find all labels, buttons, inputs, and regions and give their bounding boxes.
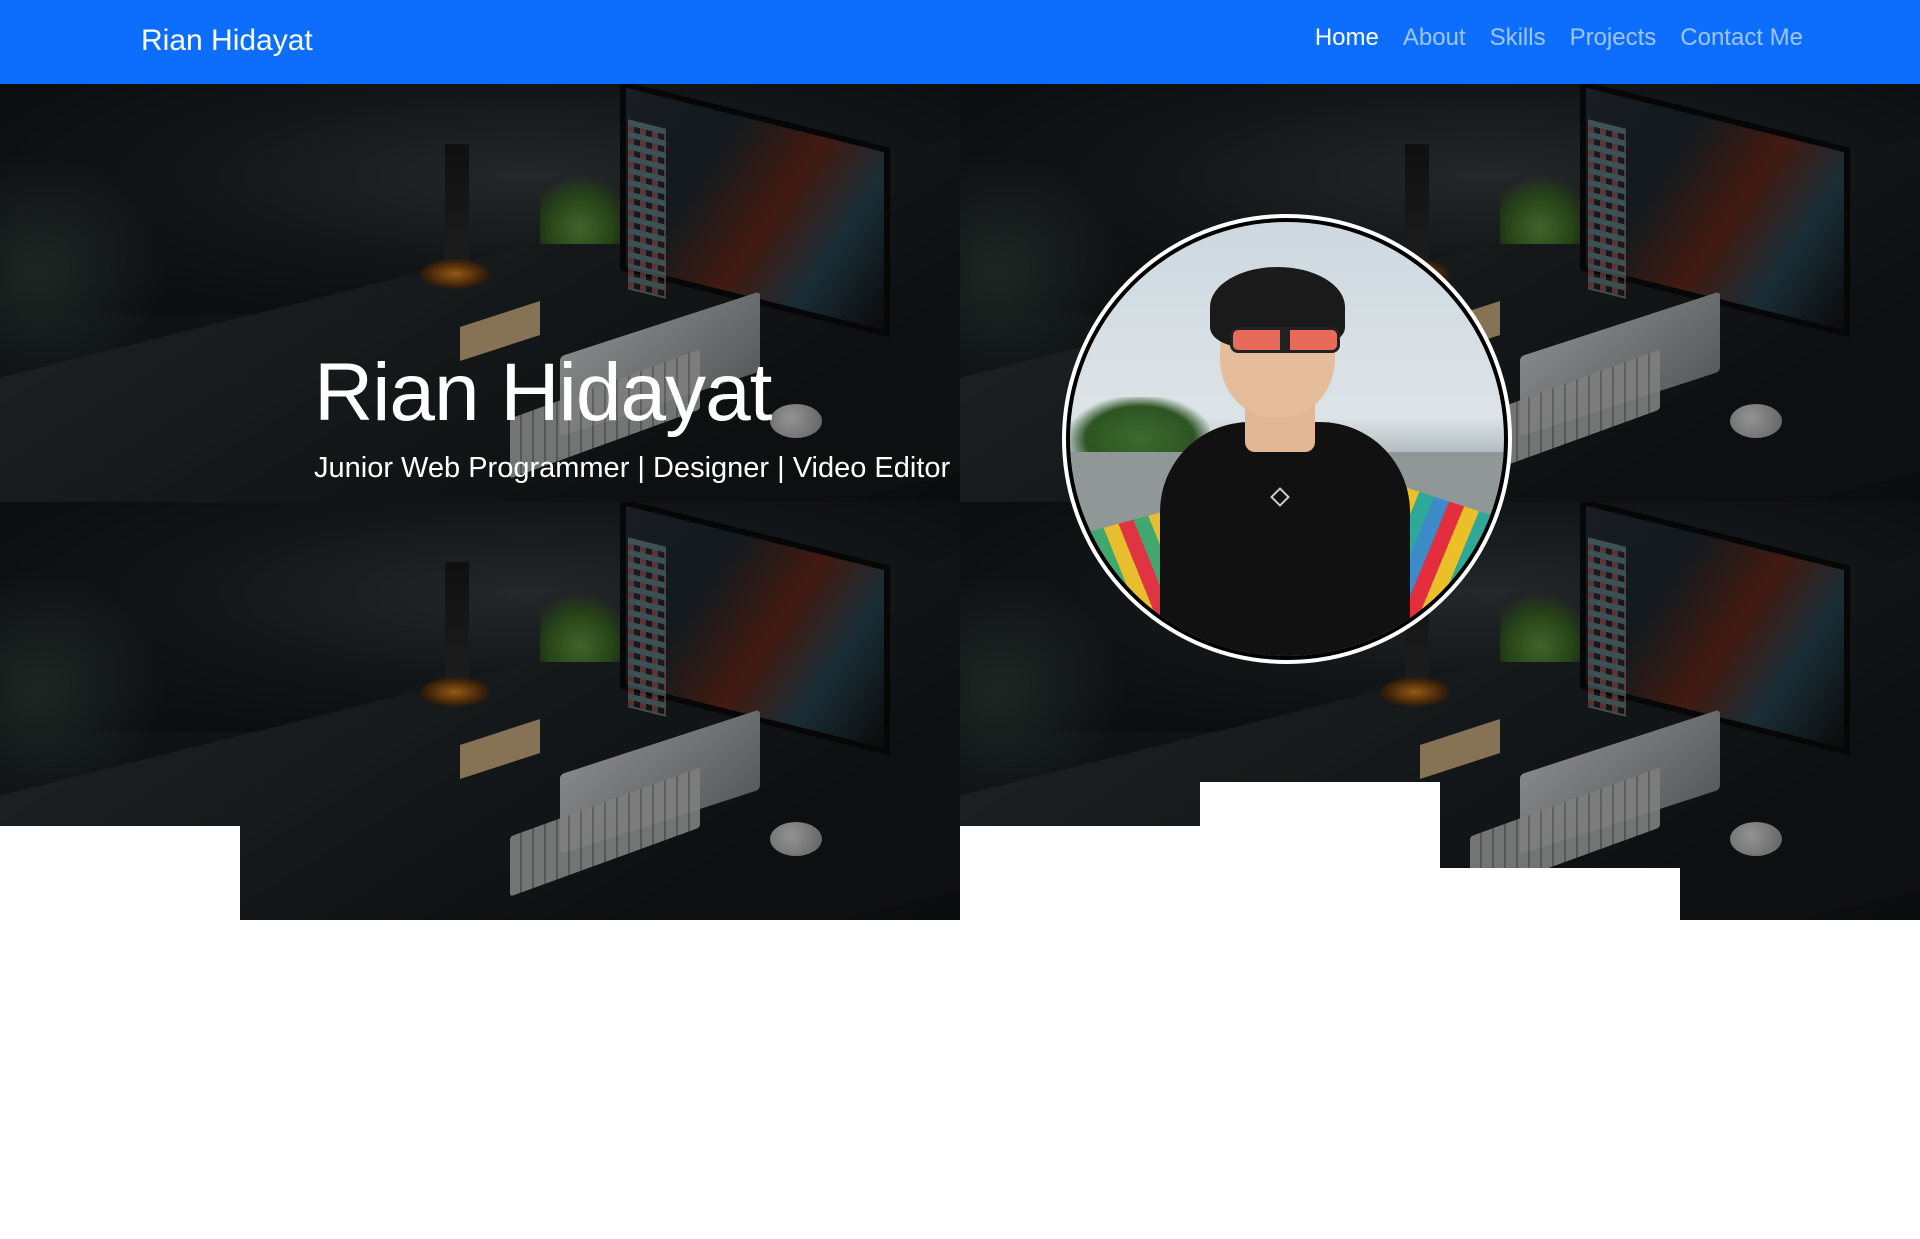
nav-link-about[interactable]: About <box>1403 24 1466 51</box>
nav-item-skills: Skills <box>1490 24 1546 52</box>
nav-item-contact: Contact Me <box>1680 24 1803 52</box>
nav-link-contact[interactable]: Contact Me <box>1680 24 1803 51</box>
bottom-wave-shape <box>0 826 240 1239</box>
nav-links: Home About Skills Projects Contact Me <box>1315 24 1803 52</box>
profile-photo-frame <box>1062 214 1512 664</box>
hero-text: Rian Hidayat Junior Web Programmer | Des… <box>314 344 950 485</box>
bottom-wave-shape <box>480 997 720 1057</box>
bottom-wave-shape <box>960 826 1200 1046</box>
brand-link[interactable]: Rian Hidayat <box>141 24 313 58</box>
bottom-wave-shape <box>1440 868 1680 1048</box>
profile-photo <box>1070 222 1504 656</box>
hero-title: Rian Hidayat <box>314 347 772 438</box>
nav-link-skills[interactable]: Skills <box>1490 24 1546 51</box>
hero-subtitle: Junior Web Programmer | Designer | Video… <box>314 452 951 485</box>
nav-item-home: Home <box>1315 24 1379 52</box>
navbar: Rian Hidayat Home About Skills Projects … <box>0 0 1920 84</box>
nav-item-projects: Projects <box>1570 24 1657 52</box>
nav-link-home[interactable]: Home <box>1315 24 1379 51</box>
bottom-wave-shape <box>1200 782 1440 1042</box>
nav-link-projects[interactable]: Projects <box>1570 24 1657 51</box>
bottom-wave-shape <box>240 1038 1920 1239</box>
nav-item-about: About <box>1403 24 1466 52</box>
